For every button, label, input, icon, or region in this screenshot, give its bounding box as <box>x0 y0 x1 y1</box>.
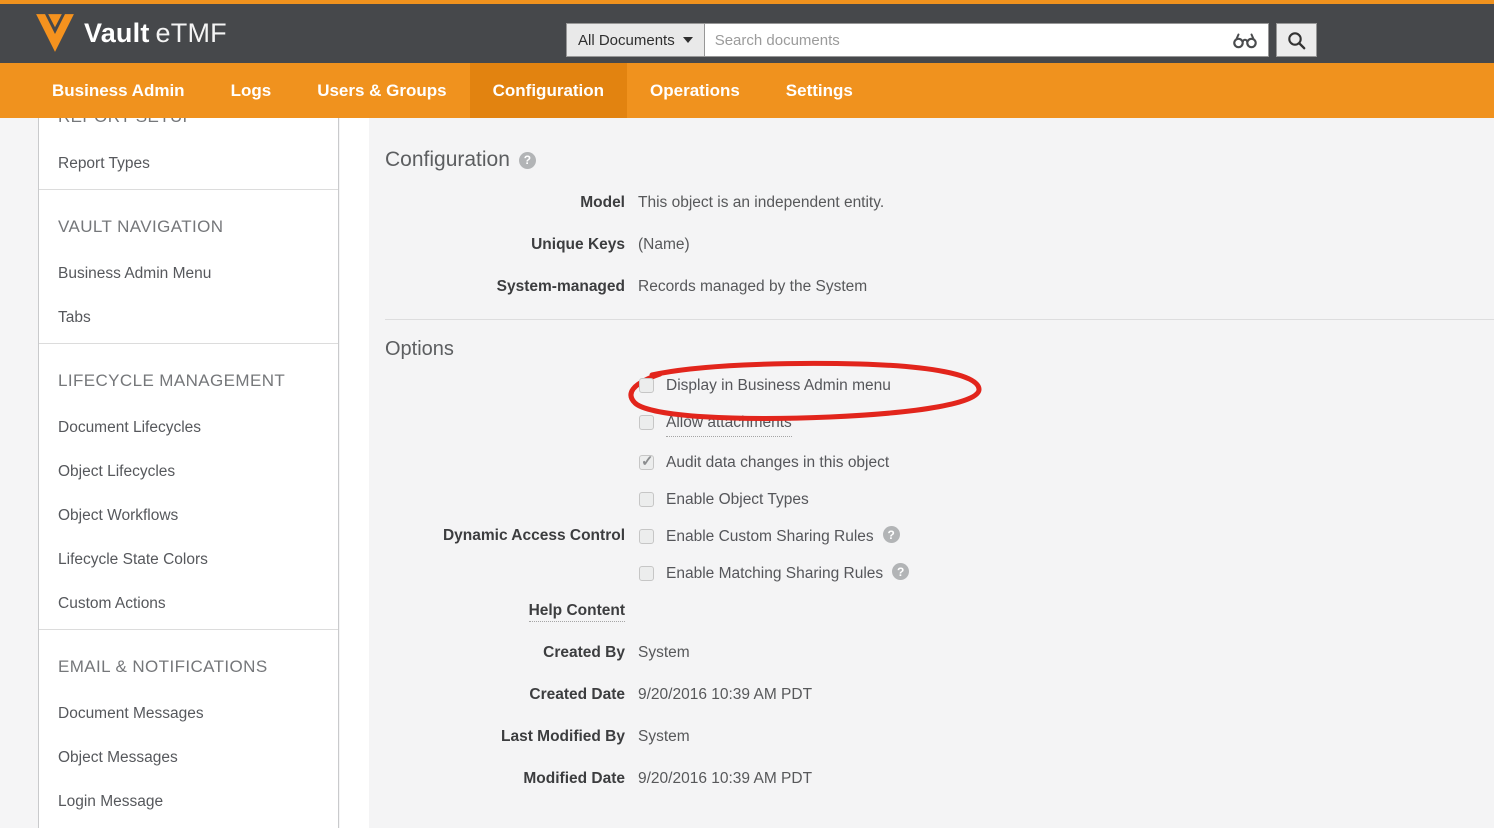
detail-label: Created By <box>385 643 625 662</box>
option-row-enable-object-types: Enable Object Types <box>385 489 1494 511</box>
admin-nav-bar: Business Admin Logs Users & Groups Confi… <box>0 63 1494 118</box>
sidebar-item-report-types[interactable]: Report Types <box>58 154 338 173</box>
binoculars-icon[interactable] <box>1232 32 1258 54</box>
sidebar-section-email-notifications: EMAIL & NOTIFICATIONS Document Messages … <box>39 630 338 828</box>
checkbox-enable-object-types[interactable] <box>639 492 654 507</box>
field-value: Records managed by the System <box>638 277 867 296</box>
sidebar-item-object-workflows[interactable]: Object Workflows <box>58 506 338 525</box>
vault-logo: VaulteTMF <box>34 12 227 54</box>
tab-business-admin[interactable]: Business Admin <box>29 63 208 118</box>
sidebar-item-lifecycle-state-colors[interactable]: Lifecycle State Colors <box>58 550 338 569</box>
detail-label[interactable]: Help Content <box>529 602 625 622</box>
checkbox-label[interactable]: Allow attachments <box>666 412 792 437</box>
field-row-system-managed: System-managed Records managed by the Sy… <box>385 277 1494 296</box>
section-divider <box>385 319 1494 320</box>
checkbox-enable-matching-sharing-rules[interactable] <box>639 566 654 581</box>
sidebar-item-object-messages[interactable]: Object Messages <box>58 748 338 767</box>
search-scope-dropdown[interactable]: All Documents <box>566 23 704 57</box>
options-list: Display in Business Admin menu Allow att… <box>385 375 1494 585</box>
help-icon[interactable]: ? <box>892 563 909 580</box>
brand-suffix: eTMF <box>156 18 227 48</box>
search-button[interactable] <box>1276 23 1317 57</box>
field-value: This object is an independent entity. <box>638 193 884 212</box>
checkbox-display-in-business-admin-menu[interactable] <box>639 378 654 393</box>
detail-row-modified-date: Modified Date 9/20/2016 10:39 AM PDT <box>385 769 1494 788</box>
page-body: REPORT SETUP Report Types VAULT NAVIGATI… <box>0 118 1494 828</box>
checkbox-enable-custom-sharing-rules[interactable] <box>639 529 654 544</box>
brand-vault: Vault <box>84 18 150 48</box>
sidebar-item-document-lifecycles[interactable]: Document Lifecycles <box>58 418 338 437</box>
option-row-display-business-admin: Display in Business Admin menu <box>385 375 1494 397</box>
brand-text: VaulteTMF <box>84 18 227 49</box>
detail-row-help-content: Help Content <box>385 601 1494 620</box>
sidebar-section-title: VAULT NAVIGATION <box>58 190 308 239</box>
field-row-unique-keys: Unique Keys (Name) <box>385 235 1494 254</box>
tab-operations[interactable]: Operations <box>627 63 763 118</box>
sidebar-section-title: EMAIL & NOTIFICATIONS <box>58 630 308 679</box>
sidebar-section-lifecycle-management: LIFECYCLE MANAGEMENT Document Lifecycles… <box>39 344 338 630</box>
option-row-enable-matching-sharing-rules: Enable Matching Sharing Rules ? <box>385 563 1494 585</box>
detail-value: 9/20/2016 10:39 AM PDT <box>638 769 812 788</box>
sidebar-main-gap <box>340 118 369 828</box>
group-label-dynamic-access-control: Dynamic Access Control <box>385 526 625 546</box>
sidebar-section-report-setup: REPORT SETUP Report Types <box>39 118 338 190</box>
option-row-audit-data-changes: Audit data changes in this object <box>385 452 1494 474</box>
checkbox-label[interactable]: Display in Business Admin menu <box>666 375 891 397</box>
field-label: Model <box>385 193 625 212</box>
sidebar-section-title: LIFECYCLE MANAGEMENT <box>58 344 308 393</box>
checkbox-label[interactable]: Enable Matching Sharing Rules <box>666 563 883 585</box>
checkbox-label[interactable]: Enable Custom Sharing Rules <box>666 526 874 548</box>
checkbox-audit-data-changes[interactable] <box>639 455 654 470</box>
configuration-panel: Configuration ? Model This object is an … <box>369 118 1494 828</box>
detail-label: Created Date <box>385 685 625 704</box>
sidebar-item-document-messages[interactable]: Document Messages <box>58 704 338 723</box>
sidebar-item-tabs[interactable]: Tabs <box>58 308 338 327</box>
sidebar-item-business-admin-menu[interactable]: Business Admin Menu <box>58 264 338 283</box>
detail-label: Modified Date <box>385 769 625 788</box>
help-icon[interactable]: ? <box>883 526 900 543</box>
field-label: System-managed <box>385 277 625 296</box>
detail-row-created-by: Created By System <box>385 643 1494 662</box>
sidebar-item-object-lifecycles[interactable]: Object Lifecycles <box>58 462 338 481</box>
checkbox-allow-attachments[interactable] <box>639 415 654 430</box>
detail-row-created-date: Created Date 9/20/2016 10:39 AM PDT <box>385 685 1494 704</box>
sidebar-item-custom-actions[interactable]: Custom Actions <box>58 594 338 613</box>
sidebar-item-login-message[interactable]: Login Message <box>58 792 338 811</box>
chevron-down-icon <box>683 37 693 43</box>
sidebar-section-vault-navigation: VAULT NAVIGATION Business Admin Menu Tab… <box>39 190 338 344</box>
detail-label: Last Modified By <box>385 727 625 746</box>
help-icon[interactable]: ? <box>519 152 536 169</box>
detail-value: System <box>638 643 690 662</box>
tab-configuration[interactable]: Configuration <box>470 63 627 118</box>
options-heading: Options <box>385 338 1494 361</box>
search-icon <box>1286 30 1307 51</box>
tab-users-groups[interactable]: Users & Groups <box>294 63 469 118</box>
field-value: (Name) <box>638 235 690 254</box>
option-row-allow-attachments: Allow attachments <box>385 412 1494 437</box>
app-header: VaulteTMF All Documents <box>0 4 1494 63</box>
detail-value: 9/20/2016 10:39 AM PDT <box>638 685 812 704</box>
detail-value: System <box>638 727 690 746</box>
field-label: Unique Keys <box>385 235 625 254</box>
tab-logs[interactable]: Logs <box>208 63 295 118</box>
checkbox-label[interactable]: Audit data changes in this object <box>666 452 889 474</box>
sidebar-section-title: REPORT SETUP <box>58 118 308 129</box>
page-title: Configuration <box>385 148 510 172</box>
vault-v-icon <box>34 12 76 54</box>
search-box <box>704 23 1269 57</box>
global-search: All Documents <box>566 23 1317 57</box>
detail-row-last-modified-by: Last Modified By System <box>385 727 1494 746</box>
search-input[interactable] <box>705 24 1268 56</box>
field-row-model: Model This object is an independent enti… <box>385 193 1494 212</box>
config-sidebar: REPORT SETUP Report Types VAULT NAVIGATI… <box>38 118 339 828</box>
search-scope-label: All Documents <box>578 32 675 49</box>
tab-settings[interactable]: Settings <box>763 63 876 118</box>
option-row-enable-custom-sharing-rules: Dynamic Access Control Enable Custom Sha… <box>385 526 1494 548</box>
checkbox-label[interactable]: Enable Object Types <box>666 489 809 511</box>
